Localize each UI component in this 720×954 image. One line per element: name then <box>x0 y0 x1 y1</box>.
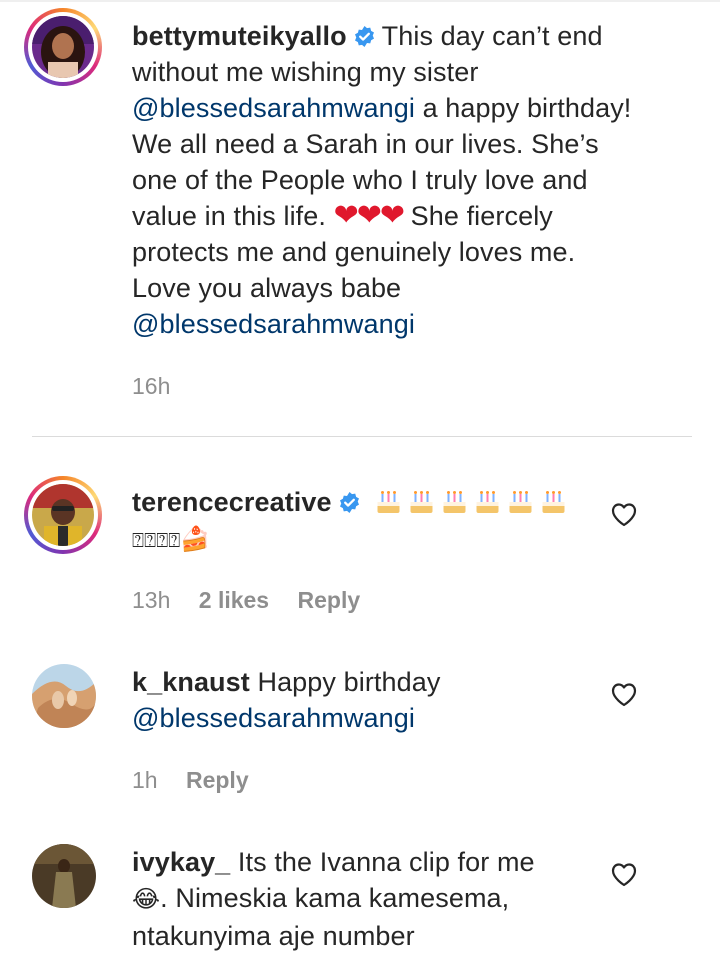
tears-of-joy-emoji: 😂 <box>132 886 161 913</box>
mention-link[interactable]: @blessedsarahmwangi <box>132 93 415 123</box>
reply-button[interactable]: Reply <box>298 587 361 613</box>
username[interactable]: bettymuteikyallo <box>132 21 347 51</box>
birthday-cake-icon <box>443 491 466 513</box>
birthday-cake-icon <box>476 491 499 513</box>
avatar[interactable] <box>32 664 96 728</box>
birthday-cake-icon <box>542 491 565 513</box>
avatar-story-ring[interactable] <box>24 476 102 554</box>
heart-outline-icon[interactable] <box>608 498 640 530</box>
comment-meta: 13h 2 likes Reply <box>132 586 382 614</box>
username[interactable]: terencecreative <box>132 487 332 517</box>
avatar-wrapper[interactable] <box>32 664 96 728</box>
timestamp: 1h <box>132 767 158 793</box>
timestamp: 13h <box>132 587 171 613</box>
comment-meta: 1h Reply <box>132 766 271 794</box>
verified-badge-icon <box>354 25 374 48</box>
avatar[interactable] <box>32 16 94 78</box>
avatar-wrapper[interactable] <box>32 844 96 908</box>
likes-count[interactable]: 2 likes <box>199 587 269 613</box>
comment-text-part: Happy birthday <box>257 667 441 697</box>
red-hearts-emoji: ❤❤❤ <box>333 199 405 232</box>
reply-button[interactable]: Reply <box>186 767 249 793</box>
top-divider <box>0 0 720 2</box>
mention-link[interactable]: @blessedsarahmwangi <box>132 703 415 733</box>
heart-outline-icon[interactable] <box>608 678 640 710</box>
birthday-cake-emoji-row <box>374 487 572 517</box>
missing-glyphs: ⍰⍰⍰⍰ <box>132 530 181 552</box>
username[interactable]: ivykay_ <box>132 847 230 877</box>
mention-link[interactable]: @blessedsarahmwangi <box>132 309 415 339</box>
avatar-story-ring[interactable] <box>24 8 102 86</box>
username[interactable]: k_knaust <box>132 667 250 697</box>
birthday-cake-icon <box>509 491 532 513</box>
birthday-cake-icon <box>410 491 433 513</box>
avatar[interactable] <box>32 844 96 908</box>
comment-text: k_knaust Happy birthday @blessedsarahmwa… <box>132 664 632 736</box>
comment-text: bettymuteikyallo This day can’t end witho… <box>132 18 632 342</box>
avatar[interactable] <box>32 484 94 546</box>
comment-text: ivykay_ Its the Ivanna clip for me 😂. Ni… <box>132 844 632 954</box>
comment-meta: 16h <box>132 372 192 400</box>
section-divider <box>32 436 692 437</box>
cake-slice-emoji: 🍰 <box>180 526 211 553</box>
comment-text-part: Its the Ivanna clip for me <box>237 847 535 877</box>
comment-text: terencecreative ⍰⍰⍰⍰🍰 <box>132 484 632 559</box>
birthday-cake-icon <box>377 491 400 513</box>
verified-badge-icon <box>339 491 359 514</box>
timestamp: 16h <box>132 373 171 399</box>
comment-text-part: . Nimeskia kama kamesema, ntakunyima aje… <box>132 883 510 951</box>
heart-outline-icon[interactable] <box>608 858 640 890</box>
